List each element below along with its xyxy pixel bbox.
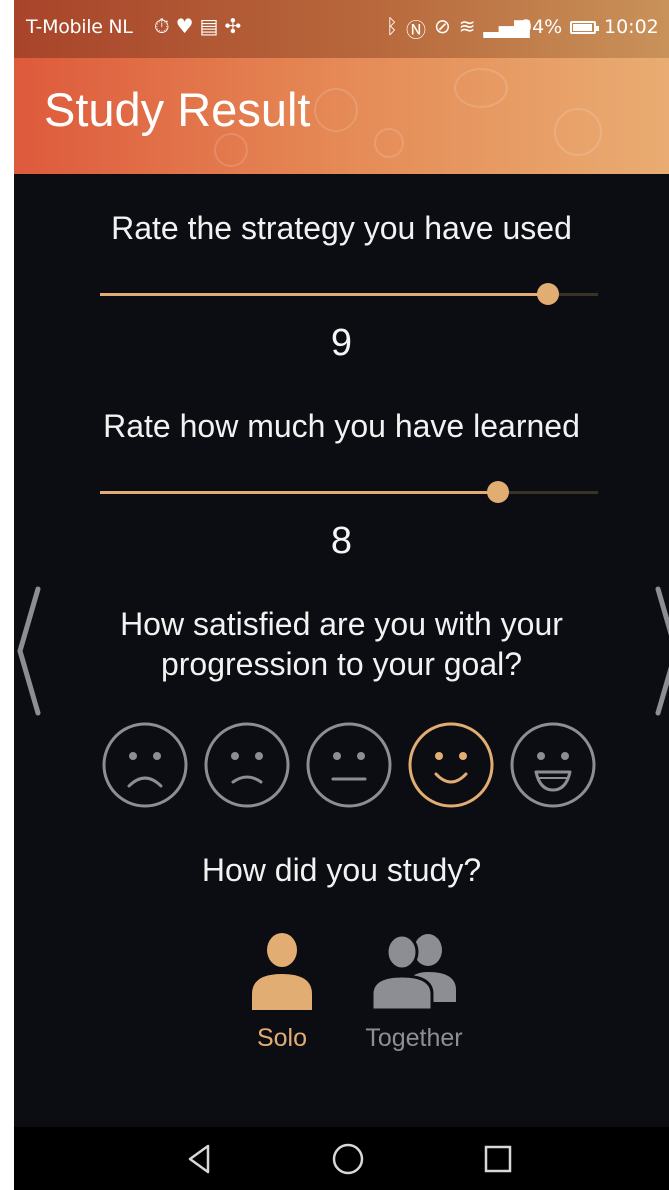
status-bar: T-Mobile NL ⏱ ♥ ▤ ✣ ᛒ Ⓝ ⊘ ≋ ▂▄▆ 94% 10:0… bbox=[14, 0, 669, 58]
study-together-option[interactable]: Together bbox=[354, 930, 474, 1053]
mute-icon: ⊘ bbox=[434, 14, 451, 38]
slider-thumb[interactable] bbox=[487, 481, 510, 503]
nfc-icon: Ⓝ bbox=[406, 18, 426, 42]
doodle-decoration bbox=[214, 133, 248, 167]
back-button[interactable] bbox=[182, 1141, 218, 1177]
single-person-icon bbox=[252, 933, 312, 1010]
doodle-decoration bbox=[374, 128, 404, 158]
group-people-icon bbox=[370, 933, 456, 1010]
satisfaction-question-line-1: How satisfied are you with your bbox=[120, 606, 563, 642]
slider-thumb[interactable] bbox=[537, 283, 560, 305]
slider-track-fill bbox=[100, 491, 499, 494]
doodle-decoration bbox=[314, 88, 358, 132]
doodle-decoration bbox=[454, 68, 508, 108]
satisfaction-question-line-2: progression to your goal? bbox=[160, 646, 523, 682]
satisfaction-face-options bbox=[100, 720, 600, 812]
battery-percent: 94% bbox=[520, 16, 563, 38]
sad-face-option[interactable] bbox=[202, 720, 292, 810]
neutral-face-option[interactable] bbox=[304, 720, 394, 810]
app-header: Study Result bbox=[14, 58, 669, 174]
very-happy-face-option[interactable] bbox=[508, 720, 598, 810]
happy-face-icon bbox=[408, 722, 494, 808]
page-title: Study Result bbox=[44, 83, 311, 136]
neutral-face-icon bbox=[306, 722, 392, 808]
home-circle-icon bbox=[332, 1143, 364, 1175]
study-together-label: Together bbox=[365, 1024, 463, 1052]
battery-icon bbox=[570, 21, 599, 34]
study-solo-option[interactable]: Solo bbox=[242, 930, 322, 1053]
strategy-rating-value: 9 bbox=[330, 322, 353, 364]
calendar-icon: ▤ bbox=[199, 14, 219, 38]
recent-apps-square-icon bbox=[484, 1145, 512, 1173]
happy-face-option[interactable] bbox=[406, 720, 496, 810]
doodle-decoration bbox=[554, 108, 602, 156]
back-triangle-icon bbox=[188, 1144, 210, 1174]
study-mode-question: How did you study? bbox=[201, 852, 482, 888]
status-clock: 10:02 bbox=[604, 16, 659, 38]
recent-apps-button[interactable] bbox=[480, 1141, 516, 1177]
phone-screen: T-Mobile NL ⏱ ♥ ▤ ✣ ᛒ Ⓝ ⊘ ≋ ▂▄▆ 94% 10:0… bbox=[14, 0, 669, 1190]
strategy-rating-slider[interactable] bbox=[100, 282, 598, 306]
very-sad-face-option[interactable] bbox=[100, 720, 190, 810]
system-navigation-bar bbox=[14, 1127, 669, 1190]
learned-rating-question: Rate how much you have learned bbox=[103, 408, 580, 444]
very-happy-face-icon bbox=[510, 722, 596, 808]
study-solo-label: Solo bbox=[256, 1024, 308, 1052]
strategy-rating-question: Rate the strategy you have used bbox=[111, 210, 572, 246]
sad-face-icon bbox=[204, 722, 290, 808]
learned-rating-slider[interactable] bbox=[100, 480, 598, 504]
wifi-icon: ≋ bbox=[458, 14, 476, 38]
slider-track-fill bbox=[100, 293, 549, 296]
learned-rating-value: 8 bbox=[330, 520, 353, 562]
bluetooth-icon: ᛒ bbox=[386, 14, 398, 38]
carrier-name: T-Mobile NL bbox=[26, 16, 133, 38]
home-button[interactable] bbox=[330, 1141, 366, 1177]
heart-rate-icon: ♥ bbox=[175, 14, 194, 38]
stopwatch-icon: ⏱ bbox=[154, 14, 170, 38]
very-sad-face-icon bbox=[102, 722, 188, 808]
sync-icon: ✣ bbox=[224, 14, 242, 38]
